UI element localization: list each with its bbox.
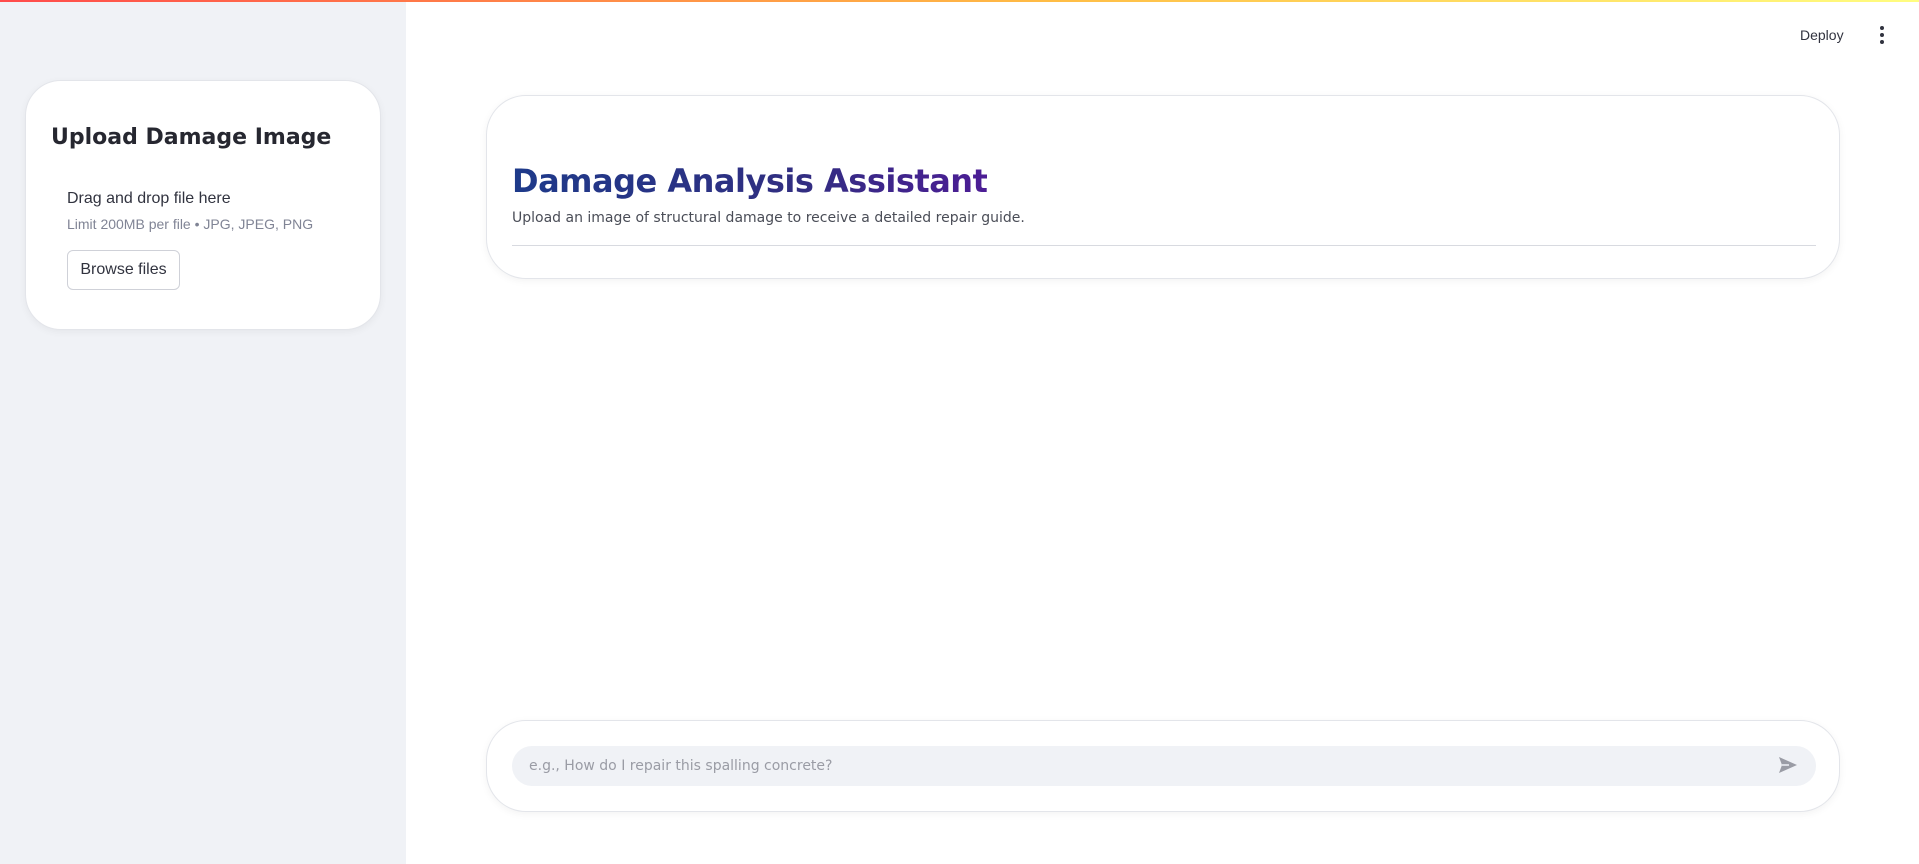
- browse-files-button[interactable]: Browse files: [67, 250, 180, 290]
- upload-title: Upload Damage Image: [51, 125, 332, 150]
- top-decoration-bar: [0, 0, 1919, 2]
- send-icon: [1778, 756, 1798, 777]
- main-menu-button[interactable]: [1870, 22, 1894, 48]
- vertical-ellipsis-icon: [1880, 26, 1884, 44]
- dropzone-label: Drag and drop file here: [67, 190, 231, 207]
- send-button[interactable]: [1774, 754, 1802, 778]
- deploy-button[interactable]: Deploy: [1800, 22, 1844, 48]
- chat-input-container: [512, 746, 1816, 786]
- header-card: Damage Analysis Assistant Upload an imag…: [486, 95, 1840, 279]
- sidebar: Upload Damage Image Drag and drop file h…: [0, 0, 406, 864]
- file-limit-note: Limit 200MB per file • JPG, JPEG, PNG: [67, 216, 314, 232]
- chat-input[interactable]: [512, 746, 1762, 786]
- header-divider: [512, 245, 1816, 246]
- page-title: Damage Analysis Assistant: [512, 162, 988, 200]
- page-subtitle: Upload an image of structural damage to …: [512, 210, 1025, 226]
- chat-input-card: [486, 720, 1840, 812]
- upload-card: Upload Damage Image Drag and drop file h…: [25, 80, 381, 330]
